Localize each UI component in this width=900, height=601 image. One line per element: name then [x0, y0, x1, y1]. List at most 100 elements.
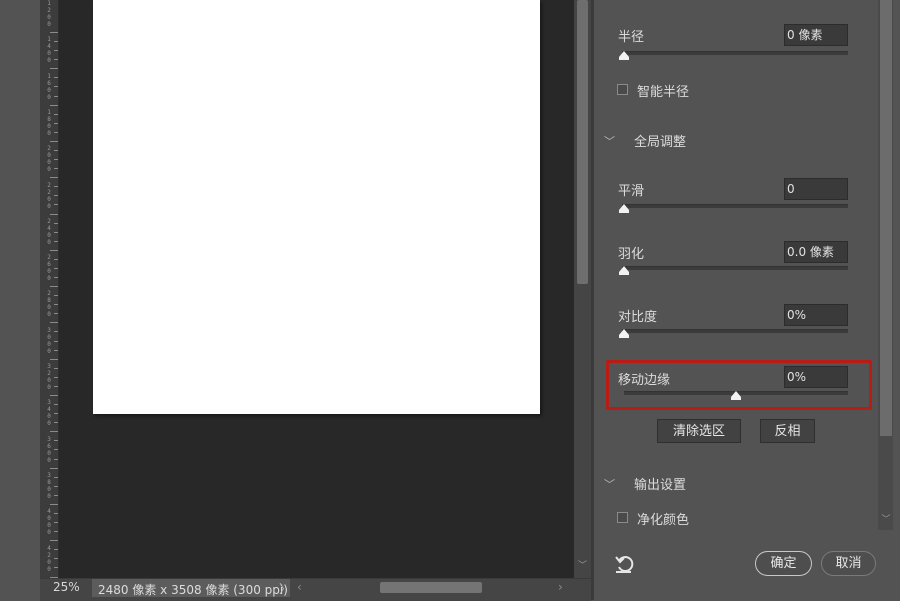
ruler-tick [50, 140, 58, 142]
global-adjustments-header[interactable]: 全局调整 [634, 131, 686, 150]
smart-radius-checkbox[interactable] [617, 84, 628, 95]
ruler-tick [54, 367, 58, 369]
ruler-tick [54, 41, 58, 43]
ruler-tick [54, 186, 58, 188]
ruler-tick [50, 395, 58, 396]
ruler-tick [50, 249, 58, 251]
ruler-tick [54, 222, 58, 224]
ruler-tick [50, 322, 58, 324]
ruler-tick [54, 549, 58, 551]
ruler-tick [54, 531, 58, 533]
feather-slider-knob[interactable] [619, 266, 629, 275]
ruler-tick [54, 50, 58, 52]
ruler-tick [54, 340, 58, 342]
ruler-tick [54, 77, 58, 79]
ruler-tick [54, 331, 58, 333]
ruler-tick [54, 512, 58, 514]
ruler-tick [50, 358, 58, 360]
ruler-tick [54, 113, 58, 115]
ruler-tick [54, 440, 58, 442]
scroll-left-arrow[interactable]: ‹ [297, 580, 302, 594]
ruler-tick [50, 68, 58, 70]
ruler-tick [54, 485, 58, 487]
ruler-tick [50, 104, 58, 106]
chevron-down-icon[interactable]: ﹀ [576, 560, 589, 572]
chevron-down-icon[interactable]: ﹀ [604, 476, 615, 492]
document-info-text: 2480 像素 x 3508 像素 (300 ppi) [98, 583, 288, 597]
scroll-right-arrow[interactable]: › [558, 580, 563, 594]
ruler-tick [54, 159, 58, 161]
ruler-tick [54, 295, 58, 297]
reset-icon[interactable] [614, 553, 636, 575]
ruler-tick [54, 277, 58, 279]
contrast-slider-track[interactable] [622, 329, 848, 333]
ruler-tick [54, 304, 58, 306]
smart-radius-label: 智能半径 [637, 85, 690, 100]
ok-button[interactable]: 确定 [755, 551, 812, 576]
chevron-down-icon[interactable]: ﹀ [604, 133, 615, 149]
feather-input[interactable]: 0.0 像素 [784, 241, 848, 263]
ruler-tick [54, 204, 58, 206]
ruler-tick [50, 213, 58, 215]
contrast-label: 对比度 [618, 310, 658, 325]
ruler-tick [50, 431, 58, 433]
ruler-tick [50, 467, 58, 469]
ruler-tick [54, 413, 58, 415]
cancel-button[interactable]: 取消 [821, 551, 876, 576]
highlight-annotation-frame [606, 360, 872, 410]
radius-slider-knob[interactable] [619, 51, 629, 60]
ruler-tick [54, 168, 58, 170]
document-page[interactable] [93, 0, 540, 414]
ruler-tick [54, 567, 58, 569]
horizontal-scrollbar-thumb[interactable] [380, 582, 482, 593]
decontaminate-colors-checkbox[interactable] [617, 512, 628, 523]
ruler-tick [54, 59, 58, 61]
smooth-slider-knob[interactable] [619, 204, 629, 213]
ruler-tick [54, 494, 58, 496]
ruler-tick [50, 540, 58, 542]
clear-selection-button[interactable]: 清除选区 [657, 419, 741, 443]
radius-slider-track[interactable] [622, 51, 848, 55]
ruler-tick [54, 422, 58, 424]
contrast-slider-knob[interactable] [619, 329, 629, 338]
ruler-tick [50, 286, 58, 288]
vertical-ruler: 1 2 0 01 4 0 01 6 0 01 8 0 02 0 0 02 2 0… [40, 0, 59, 578]
ruler-tick [54, 376, 58, 378]
ruler-tick [54, 313, 58, 315]
ruler-tick [50, 177, 58, 179]
ruler-tick [54, 349, 58, 351]
ruler-tick [54, 240, 58, 242]
ruler-tick [54, 122, 58, 124]
ruler-tick [54, 558, 58, 560]
ruler-tick [54, 458, 58, 460]
zoom-level[interactable]: 25% [53, 580, 80, 594]
smooth-label: 平滑 [618, 184, 645, 199]
ruler-label: 1 2 0 0 [47, 0, 51, 28]
ruler-tick [54, 231, 58, 233]
ruler-tick [54, 95, 58, 97]
output-settings-header[interactable]: 输出设置 [634, 474, 686, 493]
left-edge-strip [0, 0, 40, 578]
ruler-tick [54, 404, 58, 406]
ruler-tick [54, 449, 58, 451]
radius-input[interactable]: 0 像素 [784, 24, 848, 46]
feather-label: 羽化 [618, 247, 645, 262]
chevron-down-icon[interactable]: ﹀ [880, 512, 892, 526]
doc-info-menu-arrow[interactable]: 〉 [279, 580, 291, 597]
ruler-tick [54, 149, 58, 151]
panel-scrollbar-thumb[interactable] [880, 0, 892, 436]
contrast-input[interactable]: 0% [784, 304, 848, 326]
invert-button[interactable]: 反相 [760, 419, 815, 443]
ruler-tick [54, 258, 58, 260]
smooth-slider-track[interactable] [622, 204, 848, 208]
ruler-tick [50, 32, 58, 33]
ruler-tick [54, 476, 58, 478]
smooth-input[interactable]: 0 [784, 178, 848, 200]
ruler-tick [54, 131, 58, 133]
feather-slider-track[interactable] [622, 266, 848, 270]
ruler-tick [54, 267, 58, 269]
canvas-vertical-scrollbar-thumb[interactable] [577, 0, 588, 284]
decontaminate-colors-label: 净化颜色 [637, 513, 690, 528]
radius-label: 半径 [618, 30, 645, 45]
ruler-tick [50, 503, 58, 505]
